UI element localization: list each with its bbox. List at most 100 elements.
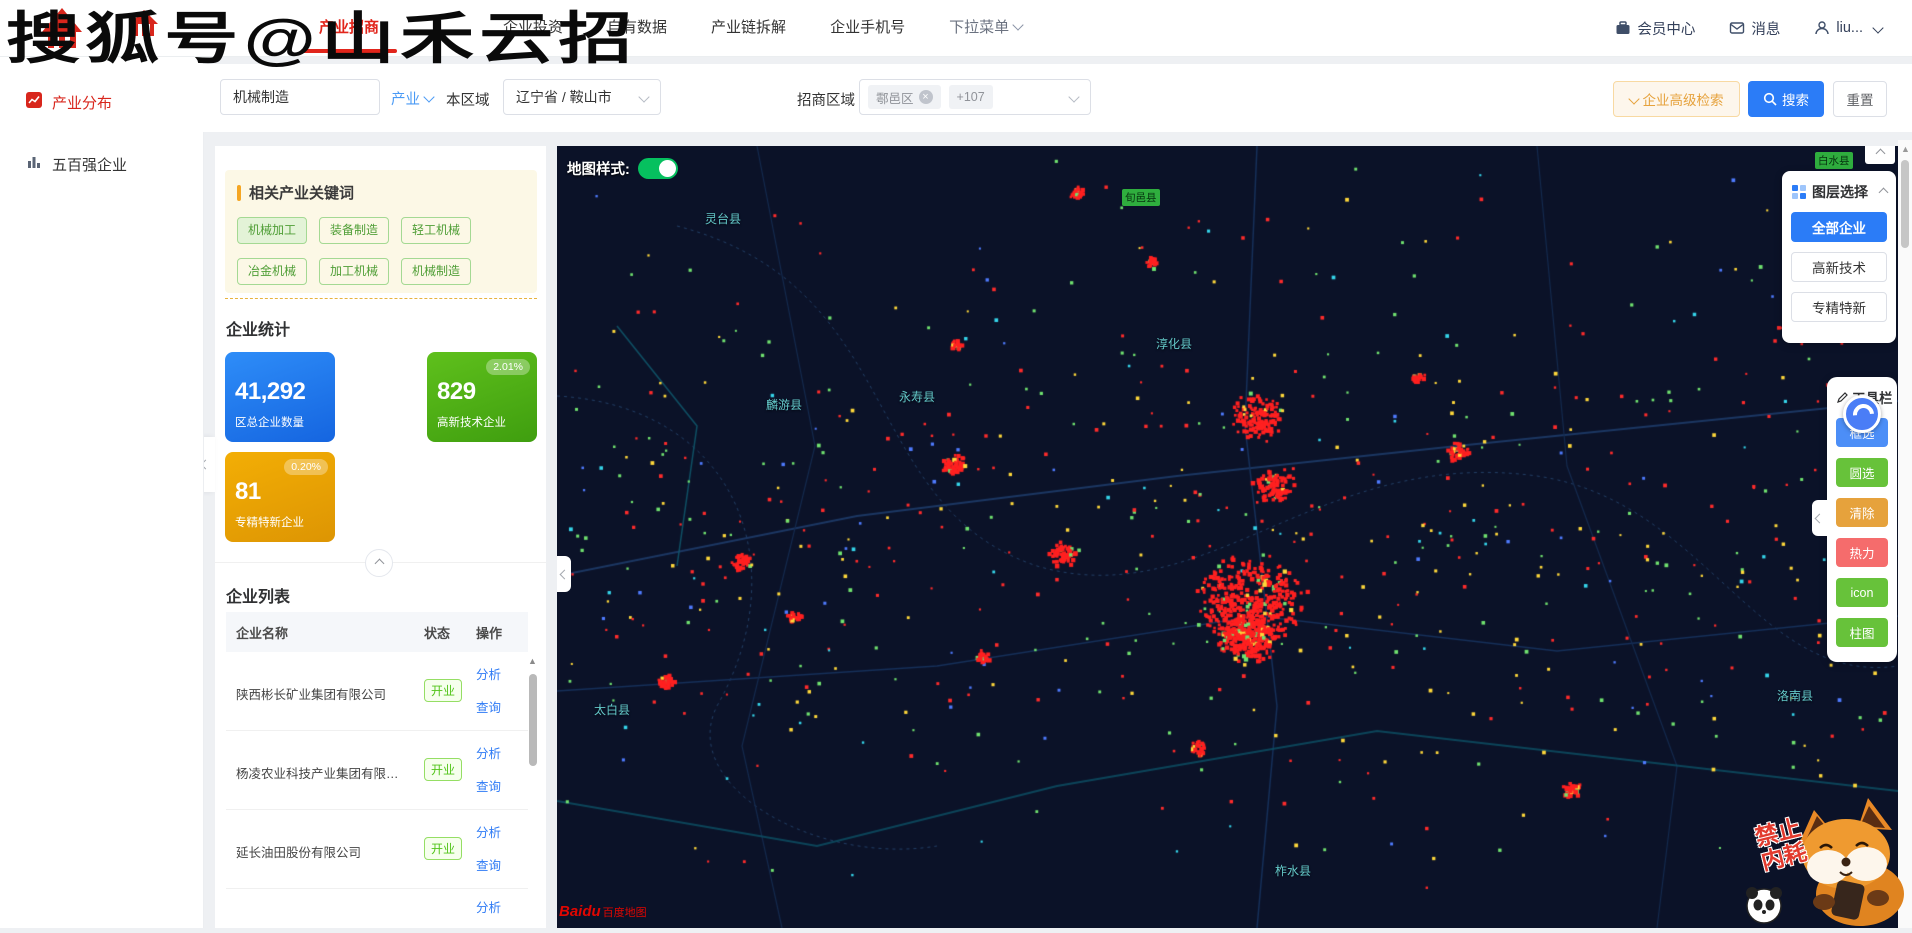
table-row: 延长油田股份有限公司开业分析查询 [226,810,528,889]
messages-button[interactable]: 消息 [1729,18,1780,39]
stat-badge: 2.01% [486,359,530,375]
region-label: 本区域 [446,89,490,110]
map-place-label: 麟游县 [766,396,802,413]
layers-grid-icon [1792,185,1806,199]
nav-tab-4[interactable]: 产业链拆解 [689,0,808,56]
page-scrollbar[interactable]: ▲ [1898,140,1912,928]
map-place-label: 淳化县 [1156,335,1192,352]
tool-button-4[interactable]: 热力 [1836,538,1888,567]
stat-value: 41,292 [235,378,325,406]
user-name-label: liu... [1836,20,1863,36]
reset-button[interactable]: 重置 [1833,81,1887,117]
company-table-header: 企业名称 状态 操作 [226,612,528,652]
bar-chart-icon [26,154,42,174]
map-place-label: 永寿县 [899,388,935,405]
layer-button-3[interactable]: 专精特新 [1791,292,1887,322]
sidebar-item-2[interactable]: 五百强企业 [26,144,203,184]
scroll-up-icon[interactable]: ▲ [1901,144,1910,154]
tool-panel-handle[interactable] [1812,500,1827,536]
analyze-link[interactable]: 分析 [476,664,501,683]
keyword-tag-5[interactable]: 加工机械 [319,258,389,285]
status-badge: 开业 [424,679,462,702]
layer-select-panel: 图层选择 全部企业高新技术专精特新 [1782,171,1896,343]
nav-tab-1[interactable]: 产业招商 [297,0,401,56]
nav-tab-2[interactable]: 企业投资 [481,0,585,56]
stat-label: 高新技术企业 [437,414,527,430]
nav-tab-3[interactable]: 自有数据 [585,0,689,56]
company-list-scrollbar[interactable]: ▲ [528,652,538,928]
stat-card-2: 2.01% 829 高新技术企业 [427,352,537,442]
map-dots-canvas [557,146,1898,928]
tool-button-3[interactable]: 清除 [1836,498,1888,527]
stat-card-1: 41,292区总企业数量 [225,352,335,442]
region-select[interactable]: 辽宁省 / 鞍山市 [503,79,661,115]
keyword-tag-4[interactable]: 冶金机械 [237,258,307,285]
nav-tab-6[interactable]: 下拉菜单 [927,0,1044,56]
industry-link-label: 产业 [391,92,420,108]
query-link[interactable]: 查询 [476,697,501,716]
search-button[interactable]: 搜索 [1748,81,1824,117]
stat-value: 829 [437,378,527,406]
member-center-button[interactable]: 会员中心 [1615,18,1695,39]
map-style-control: 地图样式: [567,158,678,179]
collapse-stats-button[interactable] [365,549,393,577]
baidu-logo-text: Baidu [559,903,601,920]
map-container[interactable]: 地图样式: 灵台县旬邑县白水县淳化县麟游县永寿县太白县洛南县柞水县 图层选择 全… [557,146,1898,928]
keyword-tag-6[interactable]: 机械制造 [401,258,471,285]
table-row: 陕西彬长矿业集团有限公司开业分析查询 [226,652,528,731]
related-keywords-box: 相关产业关键词 机械加工装备制造轻工机械 冶金机械加工机械机械制造 [225,170,537,293]
sidebar-item-1[interactable]: 产业分布 [26,82,203,122]
keyword-tags-row1: 机械加工装备制造轻工机械 [237,217,525,244]
industry-dropdown-link[interactable]: 产业 [391,88,433,109]
advanced-search-button[interactable]: 企业高级检索 [1613,81,1740,117]
analyze-link[interactable]: 分析 [476,822,501,841]
analyze-link[interactable]: 分析 [476,743,501,762]
layer-button-2[interactable]: 高新技术 [1791,252,1887,282]
keyword-tag-3[interactable]: 轻工机械 [401,217,471,244]
keyword-tag-1[interactable]: 机械加工 [237,217,307,244]
invest-region-select[interactable]: 鄠邑区 × +107 [859,79,1091,115]
table-col-2: 状态 [424,623,450,642]
scrollbar-thumb[interactable] [529,674,537,766]
nav-tab-5[interactable]: 企业手机号 [808,0,927,56]
keyword-tags-row2: 冶金机械加工机械机械制造 [237,258,525,285]
company-list-title: 企业列表 [226,583,290,607]
compass-cursor-icon [1843,395,1881,433]
user-icon [1814,20,1830,36]
remove-tag-icon[interactable]: × [919,90,933,104]
query-link[interactable]: 查询 [476,776,501,795]
table-col-1: 企业名称 [236,623,288,642]
chevron-down-icon [638,91,649,102]
chevron-up-icon [1875,148,1885,158]
query-link[interactable]: 查询 [476,855,501,874]
map-place-label: 灵台县 [705,210,741,227]
map-panel-collapse-button[interactable] [1865,146,1895,164]
map-place-label: 旬邑县 [1122,189,1160,206]
keyword-input[interactable] [220,79,380,115]
user-menu[interactable]: liu... [1814,20,1882,36]
tool-button-6[interactable]: 柱图 [1836,618,1888,647]
related-keywords-title: 相关产业关键词 [249,182,354,203]
map-tool-panel: 工具栏 框选圆选清除热力icon柱图 [1827,377,1897,662]
chevron-down-icon [1628,93,1639,104]
scrollbar-thumb[interactable] [1901,160,1909,248]
map-left-handle[interactable] [557,556,571,592]
search-icon [1763,92,1777,106]
chevron-left-icon [559,569,569,579]
scroll-up-icon[interactable]: ▲ [528,656,537,666]
chevron-up-icon [374,558,384,568]
company-name: 杨凌农业科技产业集团有限… [236,763,416,782]
chevron-up-icon[interactable] [1879,187,1889,197]
chevron-left-icon [1815,513,1825,523]
tool-button-5[interactable]: icon [1836,578,1888,607]
keyword-tag-2[interactable]: 装备制造 [319,217,389,244]
layer-button-1[interactable]: 全部企业 [1791,212,1887,242]
analyze-link[interactable]: 分析 [476,897,501,916]
map-place-label: 柞水县 [1275,862,1311,879]
selected-region-tag: 鄠邑区 × [868,85,941,109]
map-style-toggle[interactable] [638,158,678,179]
tool-button-2[interactable]: 圆选 [1836,458,1888,487]
table-col-3: 操作 [476,623,502,642]
table-row-partial: 分析 [226,889,528,928]
region-select-value: 辽宁省 / 鞍山市 [504,87,635,107]
